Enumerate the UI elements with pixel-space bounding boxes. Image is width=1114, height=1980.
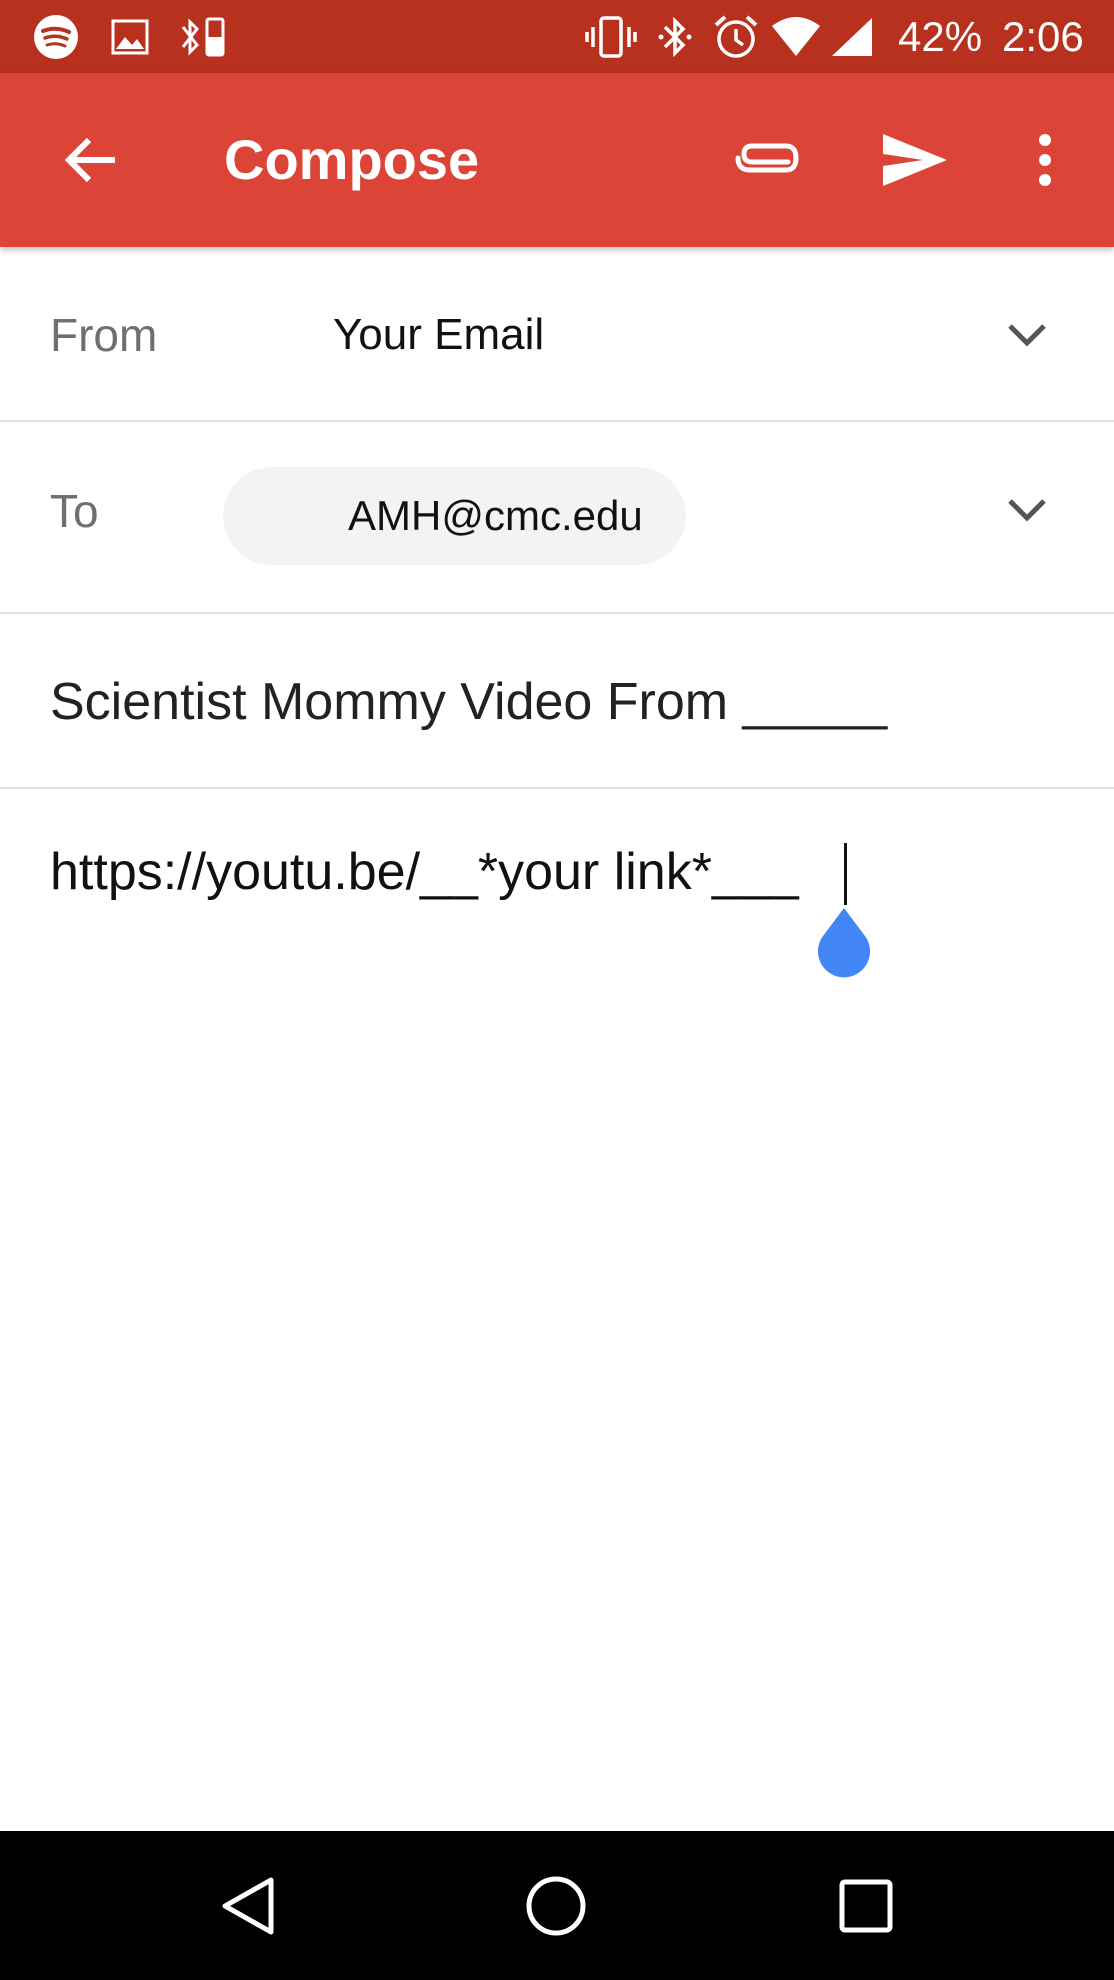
- from-chevron-down-icon[interactable]: [997, 305, 1057, 365]
- home-icon[interactable]: [496, 1831, 616, 1980]
- bluetooth-icon: [653, 0, 697, 73]
- alarm-icon: [710, 0, 762, 73]
- divider: [0, 420, 1114, 422]
- body-field[interactable]: https://youtu.be/__*your link*___: [50, 842, 799, 902]
- from-label: From: [50, 309, 158, 361]
- from-field[interactable]: Your Email: [333, 310, 544, 360]
- more-vert-icon[interactable]: [1015, 120, 1075, 200]
- app-bar: Compose: [0, 73, 1114, 247]
- clock-time: 2:06: [1002, 13, 1084, 60]
- recipient-email: AMH@cmc.edu: [348, 492, 643, 539]
- recents-icon[interactable]: [806, 1831, 926, 1980]
- image-icon: [108, 0, 152, 73]
- divider: [0, 787, 1114, 789]
- divider: [0, 612, 1114, 614]
- to-chevron-down-icon[interactable]: [997, 480, 1057, 540]
- attach-icon[interactable]: [724, 125, 810, 195]
- status-bar: 42% 2:06: [0, 0, 1114, 73]
- back-icon[interactable]: [188, 1831, 308, 1980]
- spotify-icon: [30, 0, 82, 73]
- signal-icon: [828, 0, 876, 73]
- send-icon[interactable]: [875, 120, 955, 200]
- wifi-icon: [770, 0, 822, 73]
- recipient-chip[interactable]: AMH@cmc.edu: [223, 467, 686, 565]
- cursor-handle[interactable]: [813, 906, 875, 984]
- to-label: To: [50, 485, 99, 537]
- vibrate-icon: [582, 0, 640, 73]
- subject-field[interactable]: Scientist Mommy Video From _____: [50, 672, 887, 732]
- text-cursor: [844, 843, 847, 905]
- battery-percent: 42%: [898, 13, 983, 60]
- back-arrow-icon[interactable]: [50, 120, 130, 200]
- bluetooth-battery-icon: [176, 0, 230, 73]
- navigation-bar: [0, 1831, 1114, 1980]
- page-title: Compose: [224, 128, 480, 191]
